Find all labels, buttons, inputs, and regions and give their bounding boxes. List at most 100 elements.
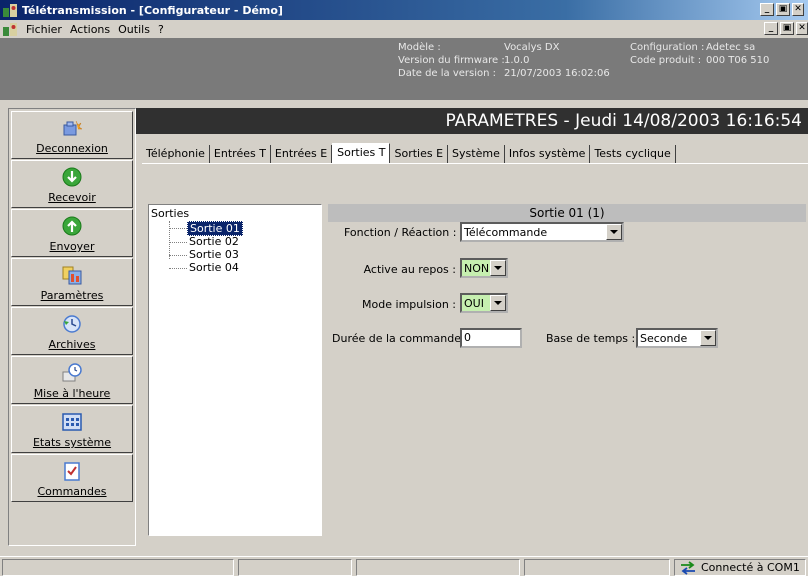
sidebar-item-mise-a-l-heure[interactable]: Mise à l'heure (11, 356, 133, 404)
tab-systeme[interactable]: Système (448, 145, 505, 163)
sidebar-item-label: Commandes (37, 485, 107, 498)
configuration-label: Configuration : (630, 42, 705, 53)
tree-line (169, 228, 187, 229)
menu-outils[interactable]: Outils (114, 23, 154, 36)
sidebar: Deconnexion Recevoir Envoyer Paramètres … (8, 108, 136, 546)
main-panel: PARAMETRES - Jeudi 14/08/2003 16:16:54 T… (136, 108, 808, 550)
sidebar-item-commandes[interactable]: Commandes (11, 454, 133, 502)
tab-tests-cyclique[interactable]: Tests cyclique (590, 145, 676, 163)
status-cell (356, 559, 520, 576)
archives-icon (63, 315, 81, 333)
impulsion-select[interactable]: OUI (460, 293, 508, 313)
firmware-value: 1.0.0 (504, 55, 530, 66)
tab-bar: Téléphonie Entrées T Entrées E Sorties T… (142, 143, 676, 164)
tab-entrees-t[interactable]: Entrées T (210, 145, 271, 163)
sidebar-item-recevoir[interactable]: Recevoir (11, 160, 133, 208)
sidebar-item-deconnexion[interactable]: Deconnexion (11, 111, 133, 159)
model-label: Modèle : (398, 42, 441, 53)
clock-icon (62, 363, 82, 382)
sidebar-item-label: Envoyer (49, 240, 95, 253)
chevron-down-icon[interactable] (606, 224, 622, 240)
fonction-value: Télécommande (464, 225, 548, 239)
product-code-value: 000 T06 510 (706, 55, 770, 66)
version-date-label: Date de la version : (398, 68, 497, 79)
connection-arrows-icon (681, 560, 695, 575)
document-icon (3, 23, 17, 36)
doc-close-button[interactable]: ✕ (796, 22, 808, 35)
tree-root[interactable]: Sorties (151, 207, 189, 220)
tree-line (169, 255, 187, 256)
tree-node-sortie-03[interactable]: Sortie 03 (189, 248, 239, 261)
sidebar-item-etats-systeme[interactable]: Etats système (11, 405, 133, 453)
disconnect-icon (63, 120, 83, 136)
sidebar-item-label: Paramètres (40, 289, 104, 302)
status-cell (238, 559, 352, 576)
tree-line (169, 268, 187, 269)
active-label: Active au repos : (363, 263, 456, 276)
page-title: PARAMETRES - Jeudi 14/08/2003 16:16:54 (136, 108, 808, 134)
tab-sorties-t[interactable]: Sorties T (332, 143, 391, 164)
configuration-value: Adetec sa (706, 42, 756, 53)
tab-telephonie[interactable]: Téléphonie (142, 145, 210, 163)
menu-help[interactable]: ? (154, 23, 168, 36)
active-select[interactable]: NON (460, 258, 508, 278)
sidebar-item-label: Recevoir (48, 191, 96, 204)
version-date-value: 21/07/2003 16:02:06 (504, 68, 610, 79)
sidebar-item-label: Archives (48, 338, 96, 351)
title-bar: Télétransmission - [Configurateur - Démo… (0, 0, 808, 20)
tab-sorties-e[interactable]: Sorties E (390, 145, 449, 163)
fonction-label: Fonction / Réaction : (344, 226, 457, 239)
tab-divider (142, 163, 808, 164)
sidebar-item-envoyer[interactable]: Envoyer (11, 209, 133, 257)
app-icon (3, 4, 17, 17)
sidebar-item-parametres[interactable]: Paramètres (11, 258, 133, 306)
tab-entrees-e[interactable]: Entrées E (271, 145, 333, 163)
checklist-icon (64, 462, 80, 481)
active-value: NON (464, 261, 490, 275)
close-button[interactable]: ✕ (792, 3, 804, 16)
base-temps-select[interactable]: Seconde (636, 328, 718, 348)
document-controls: _ ▣ ✕ (764, 22, 808, 35)
duree-label: Durée de la commande : (332, 332, 469, 345)
tree-node-sortie-01[interactable]: Sortie 01 (187, 221, 243, 236)
menu-actions[interactable]: Actions (66, 23, 114, 36)
window-title: Télétransmission - [Configurateur - Démo… (22, 3, 283, 17)
status-cell (524, 559, 670, 576)
tab-infos-systeme[interactable]: Infos système (505, 145, 591, 163)
sidebar-item-label: Mise à l'heure (33, 387, 111, 400)
tree-line (169, 221, 170, 259)
fonction-select[interactable]: Télécommande (460, 222, 624, 242)
device-info-bar: Modèle : Vocalys DX Version du firmware … (0, 38, 808, 100)
chevron-down-icon[interactable] (490, 295, 506, 311)
sidebar-item-label: Deconnexion (36, 142, 108, 155)
doc-minimize-button[interactable]: _ (764, 22, 778, 35)
minimize-button[interactable]: _ (760, 3, 774, 16)
firmware-label: Version du firmware : (398, 55, 505, 66)
window-controls: _ ▣ ✕ (760, 3, 804, 16)
base-temps-label: Base de temps : (546, 332, 636, 345)
base-temps-value: Seconde (640, 331, 688, 345)
up-arrow-circle-icon (62, 216, 82, 236)
menu-bar: Fichier Actions Outils ? _ ▣ ✕ (0, 20, 808, 38)
chevron-down-icon[interactable] (700, 330, 716, 346)
model-value: Vocalys DX (504, 42, 560, 53)
product-code-label: Code produit : (630, 55, 702, 66)
down-arrow-circle-icon (62, 167, 82, 187)
sidebar-item-label: Etats système (32, 436, 112, 449)
outputs-tree[interactable]: Sorties Sortie 01 Sortie 02 Sortie 03 So… (148, 204, 322, 536)
grid-icon (62, 413, 82, 431)
status-cell (2, 559, 234, 576)
parameters-icon (62, 266, 82, 285)
tree-node-sortie-04[interactable]: Sortie 04 (189, 261, 239, 274)
maximize-button[interactable]: ▣ (776, 3, 790, 16)
doc-restore-button[interactable]: ▣ (780, 22, 794, 35)
sidebar-item-archives[interactable]: Archives (11, 307, 133, 355)
tree-node-sortie-02[interactable]: Sortie 02 (189, 235, 239, 248)
status-bar: Connecté à COM1 (0, 556, 808, 576)
duree-input[interactable]: 0 (460, 328, 522, 348)
panel-title: Sortie 01 (1) (328, 204, 806, 222)
chevron-down-icon[interactable] (490, 260, 506, 276)
tree-line (169, 242, 187, 243)
impulsion-label: Mode impulsion : (362, 298, 456, 311)
menu-fichier[interactable]: Fichier (22, 23, 66, 36)
